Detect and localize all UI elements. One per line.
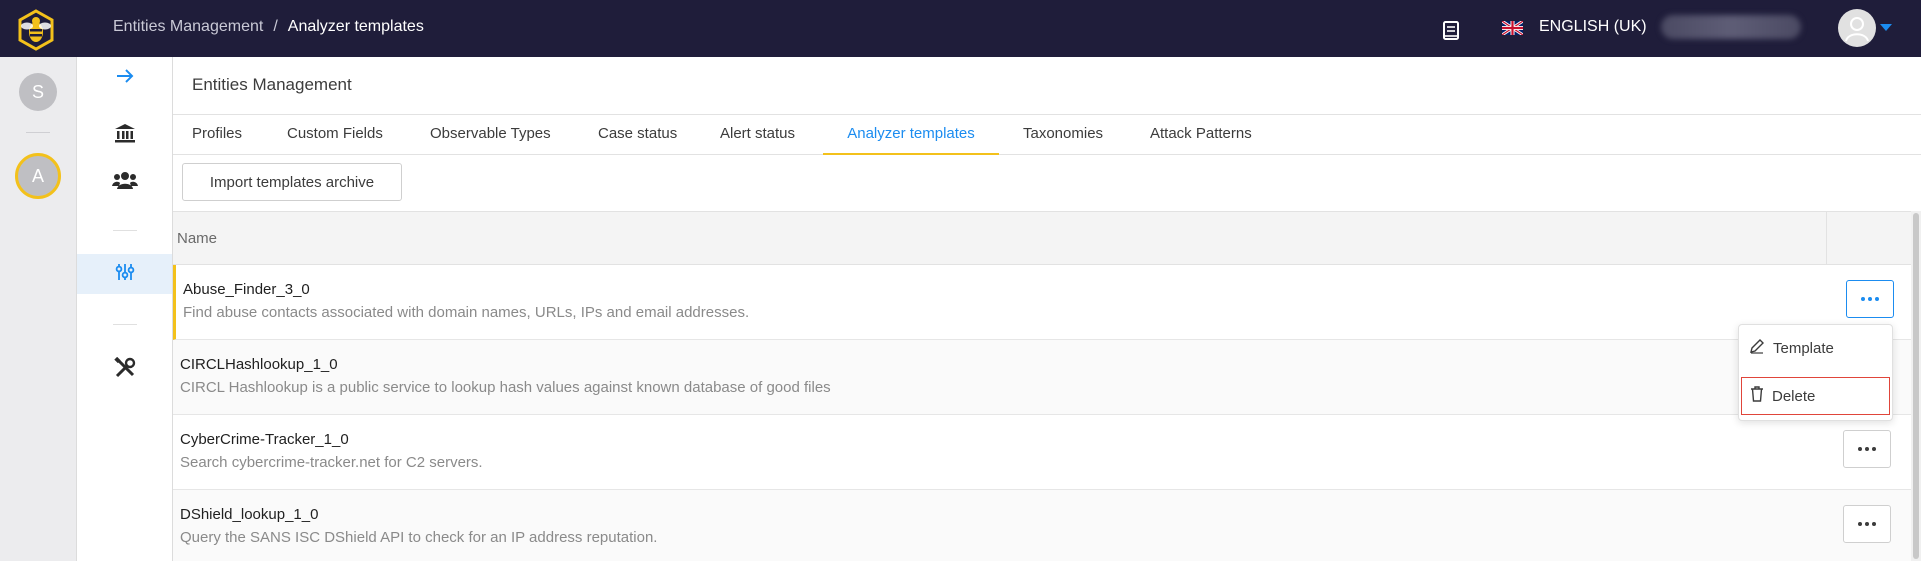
- tab-bar: Profiles Custom Fields Observable Types …: [173, 115, 1921, 155]
- main-content: Entities Management Profiles Custom Fiel…: [173, 57, 1921, 561]
- tab-attack-patterns[interactable]: Attack Patterns: [1150, 115, 1252, 155]
- breadcrumb: Entities Management / Analyzer templates: [113, 18, 424, 36]
- nav-item-users[interactable]: [77, 159, 172, 205]
- more-icon: [1865, 522, 1869, 526]
- more-icon: [1858, 522, 1862, 526]
- nav-item-platform-management[interactable]: [77, 347, 172, 393]
- divider: [26, 132, 50, 133]
- tab-case-status[interactable]: Case status: [598, 115, 677, 155]
- thehive-logo-icon[interactable]: [14, 9, 58, 51]
- import-templates-button[interactable]: Import templates archive: [182, 163, 402, 201]
- arrow-right-icon: [115, 67, 135, 89]
- sliders-icon: [115, 262, 135, 286]
- tab-analyzer-templates[interactable]: Analyzer templates: [823, 115, 999, 155]
- more-icon: [1872, 522, 1876, 526]
- scrollbar[interactable]: [1911, 211, 1921, 561]
- nav-item-organisations[interactable]: [77, 112, 172, 158]
- nav-item-entities[interactable]: [77, 254, 172, 294]
- book-icon[interactable]: [1441, 20, 1461, 42]
- divider: [113, 230, 137, 231]
- users-icon: [111, 170, 138, 194]
- language-selector[interactable]: ENGLISH (UK): [1539, 18, 1647, 36]
- menu-item-template[interactable]: Template: [1741, 329, 1890, 367]
- page-title: Entities Management: [192, 75, 352, 94]
- top-bar: Entities Management / Analyzer templates…: [0, 0, 1921, 57]
- pencil-icon: [1749, 338, 1765, 358]
- template-name[interactable]: DShield_lookup_1_0: [180, 506, 318, 523]
- row-actions-menu: Template Delete: [1738, 324, 1893, 421]
- user-name-blurred[interactable]: [1661, 15, 1801, 39]
- menu-item-label: Delete: [1772, 387, 1816, 405]
- row-actions-button[interactable]: [1843, 430, 1891, 468]
- more-icon: [1861, 297, 1865, 301]
- more-icon: [1872, 447, 1876, 451]
- more-icon: [1865, 447, 1869, 451]
- tab-taxonomies[interactable]: Taxonomies: [1023, 115, 1103, 155]
- org-avatar-a[interactable]: A: [15, 153, 61, 199]
- table-row[interactable]: Abuse_Finder_3_0 Find abuse contacts ass…: [173, 265, 1911, 340]
- uk-flag-icon: [1501, 19, 1524, 37]
- menu-item-label: Template: [1773, 339, 1834, 357]
- breadcrumb-item-entities[interactable]: Entities Management: [113, 18, 263, 36]
- template-name[interactable]: CIRCLHashlookup_1_0: [180, 356, 338, 373]
- table-row[interactable]: CIRCLHashlookup_1_0 CIRCL Hashlookup is …: [173, 340, 1911, 415]
- column-header-name[interactable]: Name: [177, 230, 217, 247]
- organisation-rail: S A: [0, 57, 77, 561]
- expand-nav-button[interactable]: [77, 57, 172, 99]
- divider: [113, 324, 137, 325]
- more-icon: [1875, 297, 1879, 301]
- table-header: Name: [173, 211, 1911, 265]
- row-actions-button[interactable]: [1843, 505, 1891, 543]
- table-row[interactable]: CyberCrime-Tracker_1_0 Search cybercrime…: [173, 415, 1911, 490]
- trash-icon: [1750, 386, 1764, 406]
- org-avatar-s[interactable]: S: [19, 73, 57, 111]
- template-name[interactable]: Abuse_Finder_3_0: [183, 281, 310, 298]
- divider: [1826, 212, 1827, 265]
- table-row[interactable]: DShield_lookup_1_0 Query the SANS ISC DS…: [173, 490, 1911, 561]
- breadcrumb-separator: /: [273, 18, 278, 35]
- nav-rail: [77, 57, 173, 561]
- template-name[interactable]: CyberCrime-Tracker_1_0: [180, 431, 349, 448]
- template-description: CIRCL Hashlookup is a public service to …: [180, 379, 831, 396]
- menu-item-delete[interactable]: Delete: [1741, 377, 1890, 415]
- template-description: Query the SANS ISC DShield API to check …: [180, 529, 658, 546]
- breadcrumb-item-current: Analyzer templates: [287, 18, 424, 35]
- user-avatar[interactable]: [1838, 9, 1876, 47]
- more-icon: [1858, 447, 1862, 451]
- template-description: Search cybercrime-tracker.net for C2 ser…: [180, 454, 483, 471]
- tools-icon: [113, 356, 136, 383]
- more-icon: [1868, 297, 1872, 301]
- tab-alert-status[interactable]: Alert status: [720, 115, 795, 155]
- bank-icon: [114, 122, 136, 148]
- template-description: Find abuse contacts associated with doma…: [183, 304, 750, 321]
- tab-profiles[interactable]: Profiles: [192, 115, 242, 155]
- scrollbar-thumb[interactable]: [1913, 213, 1919, 559]
- chevron-down-icon[interactable]: [1880, 24, 1892, 31]
- row-actions-button[interactable]: [1846, 280, 1894, 318]
- tab-observable-types[interactable]: Observable Types: [430, 115, 551, 155]
- tab-custom-fields[interactable]: Custom Fields: [287, 115, 383, 155]
